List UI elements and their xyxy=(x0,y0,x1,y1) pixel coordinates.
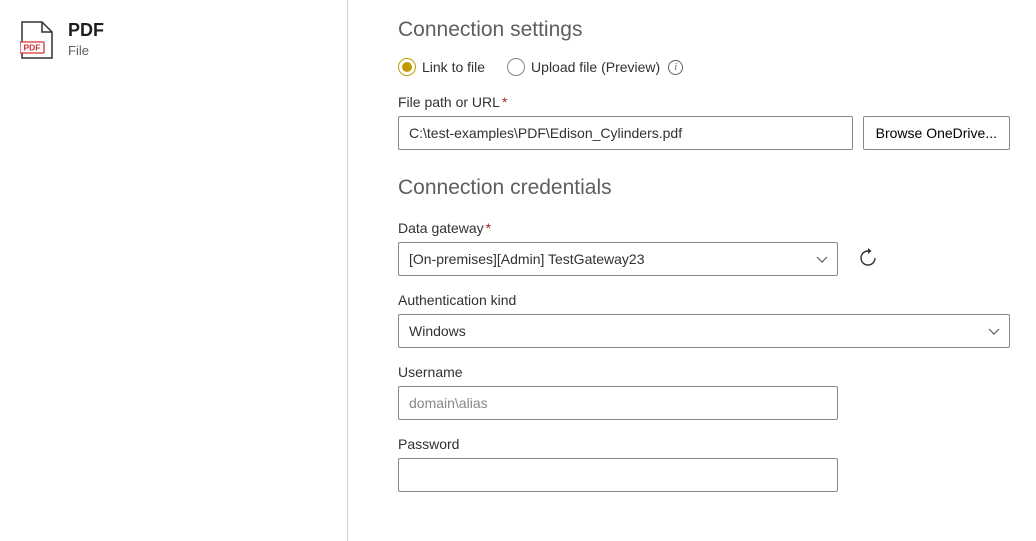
file-path-input[interactable] xyxy=(398,116,853,150)
svg-text:PDF: PDF xyxy=(24,43,41,53)
refresh-gateway-button[interactable] xyxy=(854,245,882,273)
browse-onedrive-button[interactable]: Browse OneDrive... xyxy=(863,116,1010,150)
radio-upload-label: Upload file (Preview) xyxy=(531,59,660,75)
radio-link-to-file[interactable]: Link to file xyxy=(398,58,485,76)
file-mode-radio-group: Link to file Upload file (Preview) i xyxy=(398,58,1010,76)
required-asterisk: * xyxy=(486,220,491,236)
connector-title: PDF xyxy=(68,20,104,42)
username-input[interactable] xyxy=(398,386,838,420)
connection-settings-heading: Connection settings xyxy=(398,18,1010,42)
info-icon[interactable]: i xyxy=(668,60,683,75)
authentication-kind-label: Authentication kind xyxy=(398,292,1010,308)
connection-credentials-heading: Connection credentials xyxy=(398,176,1010,200)
radio-upload-file[interactable]: Upload file (Preview) i xyxy=(507,58,683,76)
radio-link-label: Link to file xyxy=(422,59,485,75)
connector-subtitle: File xyxy=(68,43,104,58)
left-pane: PDF PDF File xyxy=(0,0,348,541)
right-pane: Connection settings Link to file Upload … xyxy=(348,0,1036,541)
radio-icon xyxy=(398,58,416,76)
pdf-file-icon: PDF xyxy=(20,20,54,63)
password-input[interactable] xyxy=(398,458,838,492)
file-path-label: File path or URL* xyxy=(398,94,1010,110)
refresh-icon xyxy=(858,248,878,271)
connector-header: PDF PDF File xyxy=(20,20,331,63)
password-label: Password xyxy=(398,436,1010,452)
data-gateway-label: Data gateway* xyxy=(398,220,1010,236)
authentication-kind-select[interactable]: Windows xyxy=(398,314,1010,348)
radio-icon xyxy=(507,58,525,76)
username-label: Username xyxy=(398,364,1010,380)
data-gateway-select[interactable]: [On-premises][Admin] TestGateway23 xyxy=(398,242,838,276)
required-asterisk: * xyxy=(502,94,507,110)
